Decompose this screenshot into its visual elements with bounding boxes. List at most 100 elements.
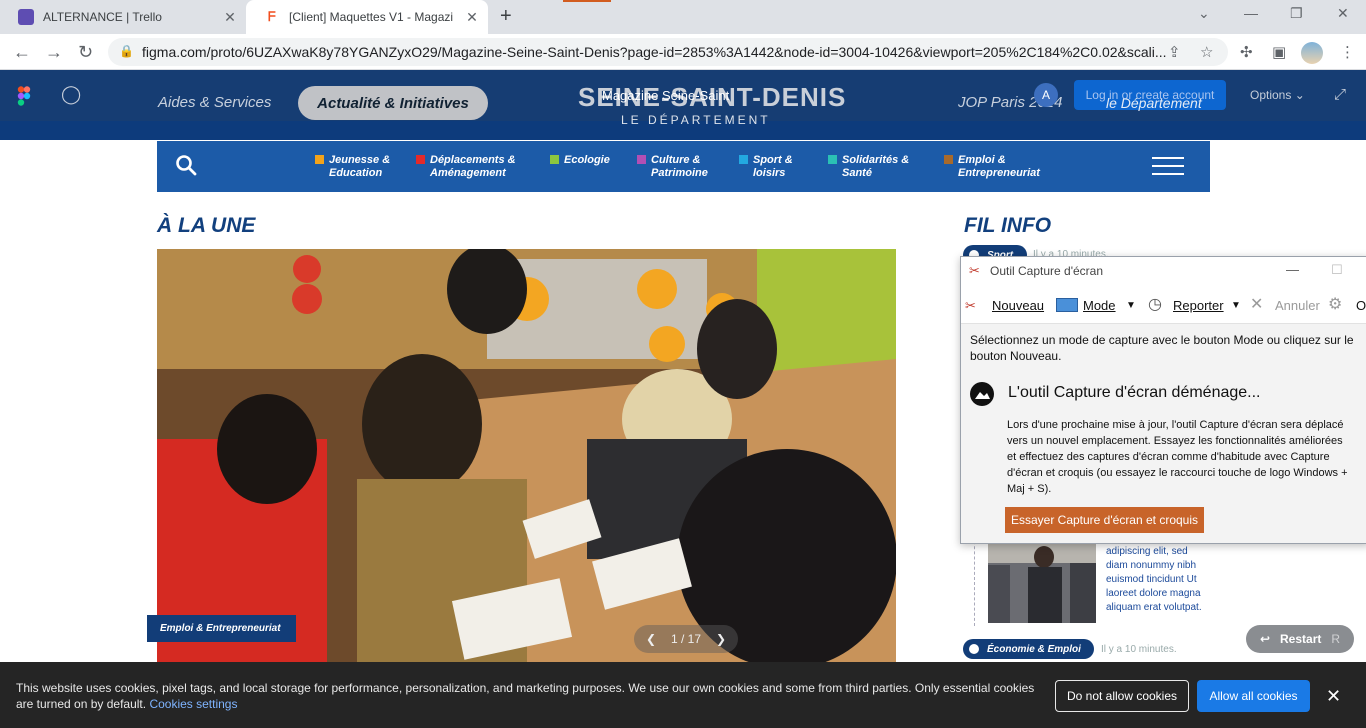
options-button[interactable]: O [1356,298,1366,313]
snipping-notice-heading: L'outil Capture d'écran déménage... [1008,384,1261,401]
avatar[interactable]: A [1034,83,1058,107]
cancel-button[interactable]: Annuler [1275,298,1320,313]
nav-label: Emploi & [958,154,1006,166]
snipping-tool-icon: ✂ [969,263,980,278]
maximize-icon[interactable]: ☐ [1331,262,1343,278]
nav-ecologie[interactable]: Ecologie [550,154,610,167]
timestamp: Il y a 10 minutes. [1101,644,1177,655]
scissors-icon: ✂ [965,298,976,313]
new-snip-button[interactable]: Nouveau [992,298,1044,313]
badge-dot-icon [969,644,979,654]
restore-icon[interactable]: ❐ [1290,5,1303,22]
minimize-icon[interactable]: — [1286,262,1299,277]
nav-label: Culture & [651,154,701,166]
chevron-down-icon[interactable]: ▼ [1126,300,1136,311]
restart-icon: ↩ [1260,632,1271,646]
nav-aides-services[interactable]: Aides & Services [158,94,271,111]
comment-icon[interactable]: ◯ [61,84,81,105]
site-logo-subtitle: LE DÉPARTEMENT [621,113,771,127]
chevron-right-icon[interactable]: ❯ [716,632,726,646]
nav-label: Solidarités & [842,154,910,166]
category-color-icon [550,155,559,164]
nav-label: Déplacements & [430,154,516,166]
nav-actualite-initiatives[interactable]: Actualité & Initiatives [298,86,488,120]
news-excerpt[interactable]: adipiscing elit, sed diam nonummy nibh e… [1106,545,1208,615]
figma-logo-icon[interactable] [17,86,31,106]
tab-figma[interactable]: ᖴ [Client] Maquettes V1 - Magazi ✕ [246,0,488,34]
url-text: figma.com/proto/6UZAXwaK8y78YGANZyxO29/M… [142,44,1167,60]
section-title-une: À LA UNE [157,214,256,237]
deny-cookies-button[interactable]: Do not allow cookies [1055,680,1189,712]
delay-button[interactable]: Reporter [1173,298,1224,313]
hero-image[interactable] [157,249,896,669]
back-icon[interactable]: ← [13,42,31,63]
restart-button[interactable]: ↩ Restart R [1246,625,1354,653]
allow-cookies-button[interactable]: Allow all cookies [1197,680,1310,712]
category-color-icon [828,155,837,164]
nav-culture-patrimoine[interactable]: Culture & Patrimoine [637,154,708,180]
frame-name-overlay: Magazine Seine-Saint [602,88,730,103]
hero-carousel-pager: ❮ 1 / 17 ❯ [634,625,738,653]
trello-icon [18,9,34,25]
snip-sketch-icon [970,382,994,406]
close-icon[interactable]: ✕ [464,9,480,26]
tab-title: ALTERNANCE | Trello [43,10,162,24]
carousel-counter: 1 / 17 [670,632,702,646]
nav-label: Jeunesse & [329,154,391,166]
mode-button[interactable]: Mode [1083,298,1116,313]
tab-trello[interactable]: ALTERNANCE | Trello ✕ [0,0,246,34]
nav-le-departement[interactable]: le Département [1106,95,1202,111]
figma-icon: ᖴ [264,9,280,25]
gear-icon: ⚙ [1328,296,1343,313]
nav-label: Sport & [753,154,793,166]
clock-icon: ◷ [1148,296,1162,313]
category-color-icon [416,155,425,164]
snipping-instructions: Sélectionnez un mode de capture avec le … [970,333,1354,363]
close-icon[interactable]: ✕ [1326,686,1341,707]
nav-solidarites-sante[interactable]: Solidarités & Santé [828,154,910,180]
reload-icon[interactable]: ↻ [78,42,93,63]
nav-label: Entrepreneuriat [958,167,1040,179]
tab-title: [Client] Maquettes V1 - Magazi [289,10,454,24]
minimize-icon[interactable]: — [1244,5,1258,21]
nav-label: loisirs [753,167,786,179]
hero-category-tag[interactable]: Emploi & Entrepreneuriat [147,615,296,642]
lock-icon[interactable]: 🔒 [119,44,134,58]
bookmark-star-icon[interactable]: ☆ [1200,43,1213,61]
nav-label: Santé [842,167,872,179]
profile-avatar[interactable] [1301,42,1323,64]
address-bar[interactable]: figma.com/proto/6UZAXwaK8y78YGANZyxO29/M… [108,38,1228,66]
nav-label: Aménagement [430,167,506,179]
new-tab-button[interactable]: + [500,5,512,28]
share-icon[interactable]: ⇪ [1168,43,1181,61]
snipping-notice-body: Lors d'une prochaine mise à jour, l'outi… [1007,419,1348,495]
extensions-icon[interactable]: ✣ [1240,43,1253,61]
try-snip-sketch-button[interactable]: Essayer Capture d'écran et croquis [1005,507,1204,533]
nav-deplacements-amenagement[interactable]: Déplacements & Aménagement [416,154,516,180]
fullscreen-icon[interactable]: ⤢ [1334,86,1346,103]
news-thumbnail[interactable] [988,543,1096,623]
close-icon[interactable]: ✕ [222,9,238,26]
options-menu[interactable]: Options ⌄ [1250,88,1305,102]
cookie-settings-link[interactable]: Cookies settings [149,697,237,711]
nav-emploi-entrepreneuriat[interactable]: Emploi & Entrepreneuriat [944,154,1040,180]
nav-sport-loisirs[interactable]: Sport & loisirs [739,154,793,180]
more-menu-icon[interactable]: ⋮ [1340,43,1355,61]
mode-icon [1056,298,1078,312]
cancel-x-icon: ✕ [1250,296,1264,313]
hamburger-menu-icon[interactable] [1152,157,1184,175]
nav-label: Patrimoine [651,167,708,179]
category-color-icon [637,155,646,164]
window-close-icon[interactable]: ✕ [1337,5,1349,22]
nav-jeunesse-education[interactable]: Jeunesse & Education [315,154,391,180]
search-icon[interactable] [175,154,197,181]
category-color-icon [315,155,324,164]
chevron-down-icon[interactable]: ⌄ [1198,5,1210,22]
side-panel-icon[interactable]: ▣ [1272,43,1286,61]
chevron-down-icon[interactable]: ▼ [1231,300,1241,311]
tab-indicator [563,0,611,2]
category-badge-economie[interactable]: Économie & Emploi [963,639,1094,659]
snipping-tool-title: Outil Capture d'écran [990,264,1104,278]
forward-icon[interactable]: → [45,42,63,63]
chevron-left-icon[interactable]: ❮ [646,632,656,646]
